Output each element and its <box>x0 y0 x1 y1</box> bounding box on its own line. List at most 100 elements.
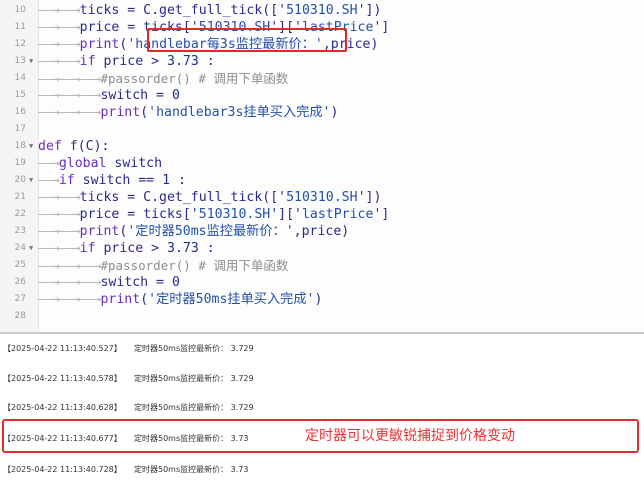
code-token: 510310.SH <box>198 207 271 222</box>
indent-arrow-icon: ——→ <box>58 275 81 290</box>
code-token: ( <box>140 292 149 307</box>
code-token: def <box>38 139 62 154</box>
line-number: 19 <box>14 158 26 168</box>
code-token: : <box>170 173 186 188</box>
indent-arrow-icon: ——→ <box>38 207 60 222</box>
indent-arrow-icon: ——→ <box>38 105 60 120</box>
code-token: switch = <box>100 275 172 290</box>
code-token: ,price) <box>293 224 350 239</box>
log-timestamp: 【2025-04-22 11:13:40.527】 <box>3 344 122 353</box>
code-token: ']) <box>357 190 382 205</box>
log-timestamp: 【2025-04-22 11:13:40.728】 <box>3 465 122 474</box>
code-token: '] <box>373 207 390 222</box>
code-token: print <box>79 224 120 239</box>
line-number: 22 <box>14 209 26 219</box>
indent-arrow-icon: ——→ <box>58 3 81 18</box>
code-line[interactable]: 13 ▼ ——→——→if price > 3.73 : <box>0 53 644 70</box>
indent-arrow-icon: ——→ <box>79 259 102 274</box>
code-line[interactable]: 25 ——→——→——→#passorder() # 调用下单函数 <box>0 257 644 274</box>
code-token: print <box>79 37 120 52</box>
indent-arrow-icon: ——→ <box>58 20 81 35</box>
log-message: 定时器50ms监控最新价： 3.729 <box>134 344 254 353</box>
code-line[interactable]: 22 ——→——→price = ticks['510310.SH']['last… <box>0 206 644 223</box>
fold-toggle-icon[interactable]: ▼ <box>29 53 33 70</box>
code-token: '][' <box>270 207 302 222</box>
line-number: 15 <box>14 90 26 100</box>
code-line[interactable]: 21 ——→——→ticks = C.get_full_tick(['510310… <box>0 189 644 206</box>
code-line[interactable]: 26 ——→——→——→switch = 0 <box>0 274 644 291</box>
code-token: '] <box>373 20 390 35</box>
indent-arrow-icon: ——→ <box>38 156 60 171</box>
line-number: 17 <box>14 124 26 134</box>
code-line[interactable]: 16 ——→——→——→print('handlebar3s挂单买入完成') <box>0 104 644 121</box>
log-row: 【2025-04-22 11:13:40.578】 定时器50ms监控最新价： 3… <box>0 372 644 386</box>
code-text: def f(C): <box>38 138 109 155</box>
indent-arrow-icon: ——→ <box>38 88 60 103</box>
code-token: f(C): <box>61 139 110 154</box>
code-line[interactable]: 27 ——→——→——→print('定时器50ms挂单买入完成') <box>0 291 644 308</box>
line-number: 28 <box>14 311 26 321</box>
code-token: price > <box>95 54 168 69</box>
code-token: 0 <box>171 275 180 290</box>
code-line[interactable]: 23 ——→——→print('定时器50ms监控最新价：',price) <box>0 223 644 240</box>
code-line[interactable]: 19 ——→global switch <box>0 155 644 172</box>
code-token: 510310.SH <box>286 190 358 205</box>
indent-arrow-icon: ——→ <box>38 173 60 188</box>
code-token: global <box>58 156 107 171</box>
code-token: print <box>100 105 141 120</box>
log-timestamp: 【2025-04-22 11:13:40.578】 <box>3 374 122 383</box>
indent-arrow-icon: ——→ <box>58 105 81 120</box>
indent-arrow-icon: ——→ <box>38 292 60 307</box>
code-text: ——→——→ticks = C.get_full_tick(['510310.S… <box>38 2 381 19</box>
line-number: 26 <box>14 277 26 287</box>
line-number: 23 <box>14 226 26 236</box>
code-text: ——→——→if price > 3.73 : <box>38 240 215 257</box>
code-text: ——→——→ticks = C.get_full_tick(['510310.S… <box>38 189 381 206</box>
code-line[interactable]: 15 ——→——→——→switch = 0 <box>0 87 644 104</box>
log-console[interactable]: 【2025-04-22 11:13:40.527】定时器50ms监控最新价： 3… <box>0 332 644 493</box>
indent-arrow-icon: ——→ <box>79 88 102 103</box>
code-token: 0 <box>171 88 180 103</box>
line-number: 24 <box>14 243 26 253</box>
code-line[interactable]: 17 <box>0 121 644 138</box>
code-token: 510310.SH <box>286 3 358 18</box>
indent-arrow-icon: ——→ <box>79 275 102 290</box>
code-text: ——→——→——→print('定时器50ms挂单买入完成') <box>38 291 322 308</box>
indent-arrow-icon: ——→ <box>38 54 60 69</box>
line-number: 25 <box>14 260 26 270</box>
code-line[interactable]: 20 ▼ ——→if switch == 1 : <box>0 172 644 189</box>
code-token: ']) <box>357 3 382 18</box>
code-token: if <box>79 54 96 69</box>
code-line[interactable]: 18 ▼ def f(C): <box>0 138 644 155</box>
code-token: 'handlebar3s挂单买入完成' <box>148 105 331 120</box>
code-line[interactable]: 14 ——→——→——→#passorder() # 调用下单函数 <box>0 70 644 87</box>
indent-arrow-icon: ——→ <box>79 292 102 307</box>
code-text: ——→——→if price > 3.73 : <box>38 53 215 70</box>
code-text: ——→——→——→#passorder() # 调用下单函数 <box>38 257 288 274</box>
code-token: ( <box>140 105 149 120</box>
indent-arrow-icon: ——→ <box>38 37 60 52</box>
indent-arrow-icon: ——→ <box>58 37 81 52</box>
code-text: ——→——→——→switch = 0 <box>38 274 180 291</box>
fold-toggle-icon[interactable]: ▼ <box>29 172 33 189</box>
code-line[interactable]: 24 ▼ ——→——→if price > 3.73 : <box>0 240 644 257</box>
code-token: ticks = C.get_full_tick([' <box>79 190 287 205</box>
code-token: ) <box>330 105 339 120</box>
fold-toggle-icon[interactable]: ▼ <box>29 240 33 257</box>
fold-toggle-icon[interactable]: ▼ <box>29 138 33 155</box>
indent-arrow-icon: ——→ <box>58 259 81 274</box>
log-timestamp: 【2025-04-22 11:13:40.628】 <box>3 403 122 412</box>
line-number: 12 <box>14 39 26 49</box>
indent-arrow-icon: ——→ <box>58 72 81 87</box>
line-number: 21 <box>14 192 26 202</box>
code-token: #passorder() # 调用下单函数 <box>100 71 289 86</box>
code-token: lastPrice <box>301 207 374 222</box>
code-line[interactable]: 28 <box>0 308 644 325</box>
indent-arrow-icon: ——→ <box>58 207 81 222</box>
indent-arrow-icon: ——→ <box>38 275 60 290</box>
code-editor[interactable]: 10 ——→——→ticks = C.get_full_tick(['510310… <box>0 0 644 332</box>
log-message: 定时器50ms监控最新价： 3.729 <box>134 403 254 412</box>
line-number: 13 <box>14 56 26 66</box>
indent-arrow-icon: ——→ <box>79 72 102 87</box>
code-line[interactable]: 10 ——→——→ticks = C.get_full_tick(['510310… <box>0 2 644 19</box>
